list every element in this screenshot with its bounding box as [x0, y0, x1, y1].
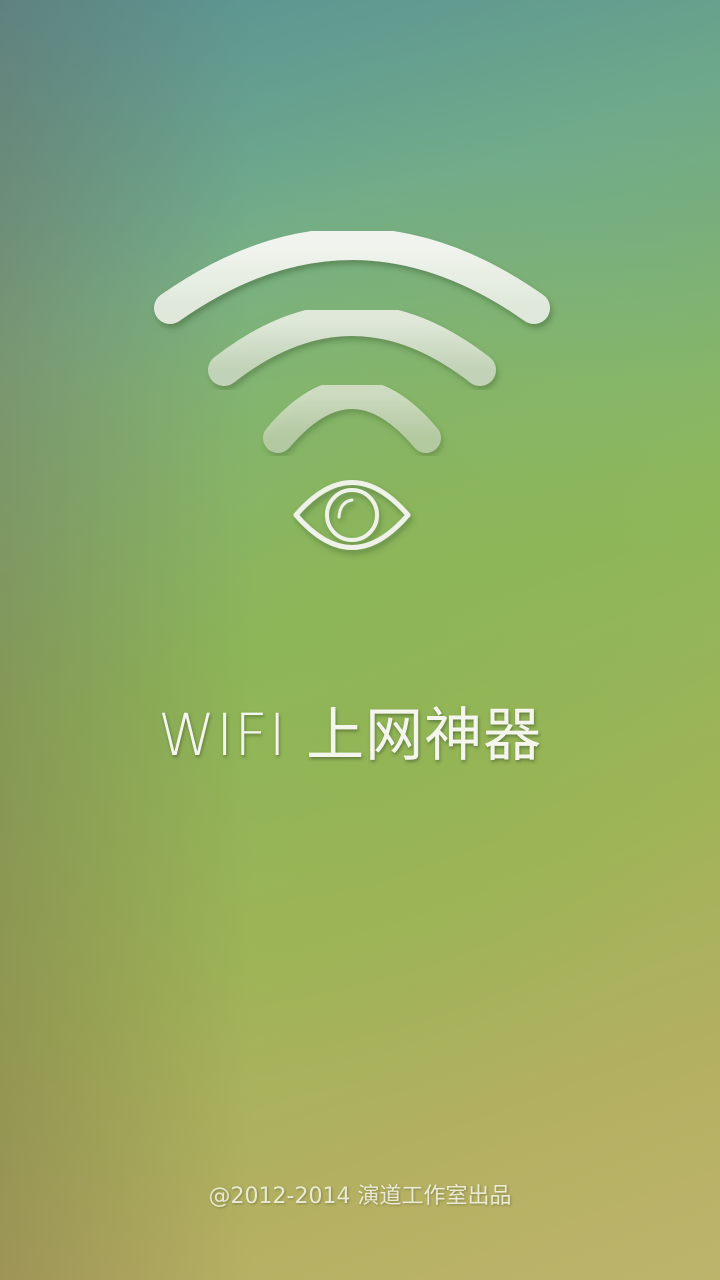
app-title: WIFI 上网神器: [157, 701, 543, 769]
copyright-text: @2012-2014 演道工作室出品: [208, 1184, 512, 1209]
app-logo: [140, 200, 570, 570]
background-shade-left: [0, 0, 720, 1280]
wifi-arc-inner: [263, 379, 441, 453]
wifi-signal-icon: [154, 228, 550, 550]
wifi-arc-middle: [208, 304, 496, 386]
background-shade-top: [0, 0, 720, 1280]
eye-icon: [293, 480, 411, 550]
wifi-arc-outer: [154, 228, 550, 324]
